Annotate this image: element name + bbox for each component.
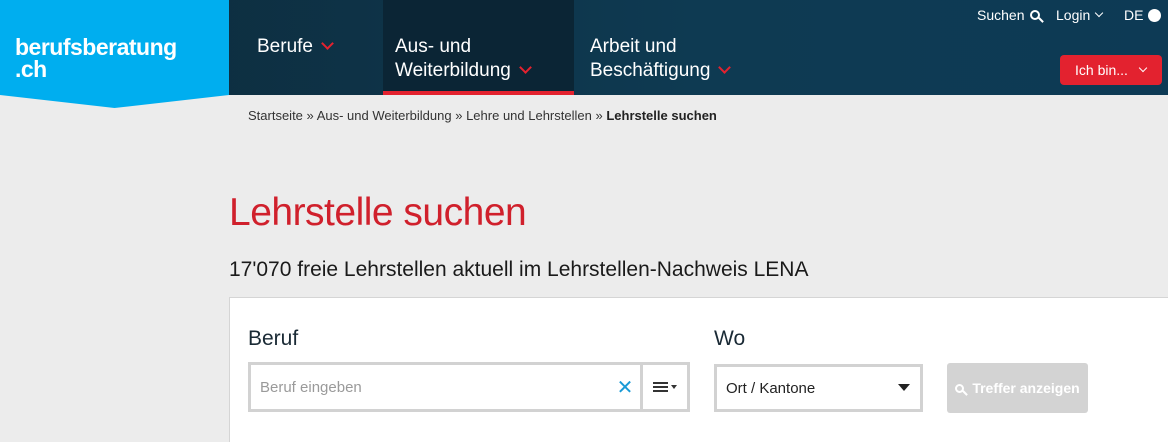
nav-item-arbeit-beschaeftigung[interactable]: Arbeit und Beschäftigung [574, 0, 774, 95]
treffer-anzeigen-button[interactable]: Treffer anzeigen [947, 363, 1088, 413]
nav-item-aus-weiterbildung[interactable]: Aus- und Weiterbildung [383, 0, 574, 95]
nav-item-berufe[interactable]: Berufe [229, 0, 383, 95]
caret-down-icon [898, 384, 910, 391]
globe-icon [1148, 8, 1162, 22]
breadcrumb: Startseite » Aus- und Weiterbildung » Le… [248, 108, 717, 123]
site-logo[interactable]: berufsberatung .ch [0, 0, 229, 108]
breadcrumb-separator: » [455, 108, 463, 123]
beruf-input[interactable] [251, 365, 610, 409]
breadcrumb-separator: » [595, 108, 603, 123]
chevron-down-icon [1095, 8, 1104, 18]
language-switcher[interactable]: DE [1124, 7, 1162, 23]
logo-line2: .ch [15, 56, 47, 82]
chevron-down-icon [718, 61, 732, 74]
chevron-down-icon [518, 61, 532, 74]
nav-aus-label-line1: Aus- und [395, 36, 472, 57]
nav-arbeit-label-line1: Arbeit und [590, 36, 677, 57]
nav-berufe-label: Berufe [257, 36, 313, 57]
breadcrumb-separator: » [306, 108, 314, 123]
wo-label: Wo [714, 327, 746, 350]
nav-arbeit-label-line2: Beschäftigung [590, 60, 711, 81]
search-icon [955, 383, 965, 393]
topbar-search-label: Suchen [977, 7, 1025, 23]
search-icon [1030, 10, 1041, 20]
ich-bin-button[interactable]: Ich bin... [1060, 55, 1162, 85]
beruf-list-button[interactable] [640, 365, 687, 409]
page-subtitle: 17'070 freie Lehrstellen aktuell im Lehr… [229, 258, 809, 281]
topbar-login-label: Login [1056, 7, 1091, 23]
beruf-label: Beruf [248, 327, 299, 350]
language-label: DE [1124, 7, 1144, 23]
ich-bin-label: Ich bin... [1075, 62, 1128, 78]
clear-icon[interactable]: ✕ [610, 365, 640, 409]
breadcrumb-item[interactable]: Startseite [248, 108, 303, 123]
page-title: Lehrstelle suchen [229, 191, 527, 234]
wo-select[interactable]: Ort / Kantone [714, 364, 923, 412]
chevron-down-icon [1138, 63, 1148, 73]
nav-aus-label-line2: Weiterbildung [395, 60, 511, 81]
beruf-field: ✕ [248, 362, 690, 412]
wo-selected-value: Ort / Kantone [726, 379, 816, 397]
caret-down-icon [671, 385, 677, 389]
topbar-login-link[interactable]: Login [1056, 7, 1104, 23]
chevron-down-icon [321, 37, 334, 50]
topbar-search-link[interactable]: Suchen [977, 7, 1041, 23]
active-indicator [383, 91, 574, 95]
breadcrumb-item[interactable]: Aus- und Weiterbildung [317, 108, 452, 123]
breadcrumb-current: Lehrstelle suchen [606, 108, 717, 123]
list-icon [653, 382, 668, 392]
treffer-label: Treffer anzeigen [972, 380, 1080, 396]
breadcrumb-item[interactable]: Lehre und Lehrstellen [466, 108, 592, 123]
